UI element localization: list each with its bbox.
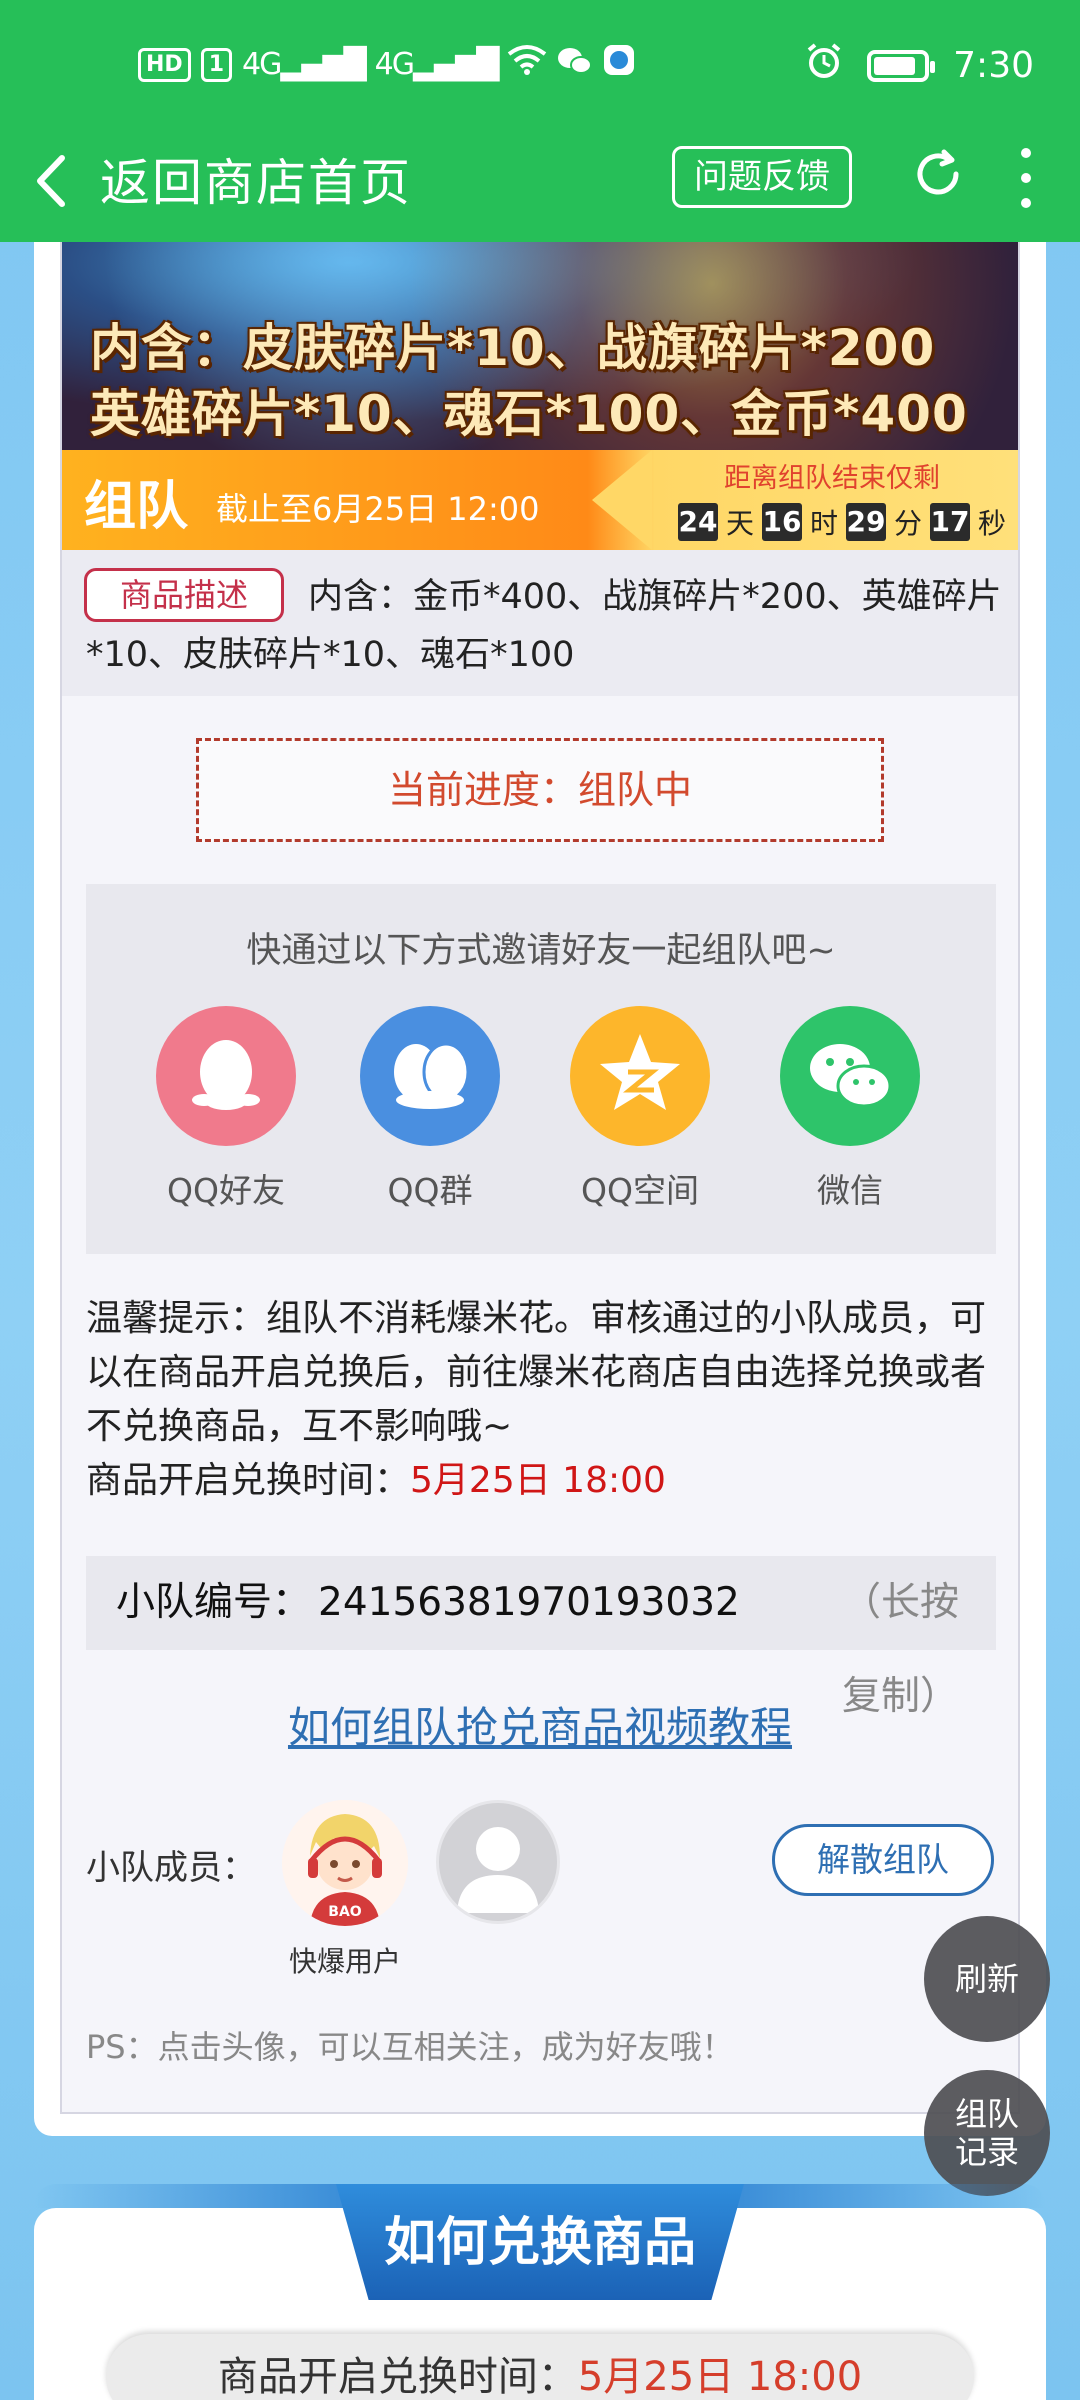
- exchange-time-pill: 商品开启兑换时间：5月25日 18:00: [106, 2334, 974, 2400]
- top-bar: HD 1 4G▂▄▆█ 4G▂▄▆█ 7:30 返回商店首页 问题反馈: [0, 0, 1080, 242]
- more-menu-icon[interactable]: [1018, 148, 1034, 208]
- clock: 7:30: [953, 45, 1034, 86]
- hd-indicator: HD: [138, 47, 191, 82]
- countdown-seconds: 17: [930, 503, 970, 541]
- invite-title: 快通过以下方式邀请好友一起组队吧~: [246, 931, 836, 971]
- signal-icon: 4G▂▄▆█: [242, 47, 367, 82]
- description-tag: 商品描述: [84, 568, 284, 622]
- tips-text: 温馨提示：组队不消耗爆米花。审核通过的小队成员，可以在商品开启兑换后，前往爆米花…: [86, 1292, 1006, 1508]
- team-label: 组队: [84, 477, 189, 537]
- team-records-button[interactable]: 组队 记录: [924, 2070, 1050, 2196]
- tips-body: 温馨提示：组队不消耗爆米花。审核通过的小队成员，可以在商品开启兑换后，前往爆米花…: [86, 1298, 987, 1447]
- sim-indicator: 1: [200, 47, 232, 82]
- countdown-hours: 16: [762, 503, 802, 541]
- wechat-icon[interactable]: [780, 1006, 920, 1146]
- share-label: 微信: [817, 1171, 883, 1210]
- svg-text:BAO: BAO: [328, 1904, 362, 1920]
- share-qzone[interactable]: QQ空间: [570, 1006, 710, 1212]
- tips-time-label: 商品开启兑换时间：: [86, 1460, 411, 1501]
- invite-panel: 快通过以下方式邀请好友一起组队吧~ QQ好友 QQ群 QQ空间 微信: [86, 884, 996, 1254]
- share-qq-friend[interactable]: QQ好友: [156, 1006, 296, 1212]
- progress-status: 当前进度：组队中: [196, 738, 884, 842]
- back-to-store-link[interactable]: 返回商店首页: [100, 148, 412, 218]
- tips-time-line: 商品开启兑换时间：5月25日 18:00: [86, 1454, 1006, 1508]
- countdown-days: 24: [678, 503, 718, 541]
- disband-team-button[interactable]: 解散组队: [772, 1824, 994, 1896]
- video-tutorial-link[interactable]: 如何组队抢兑商品视频教程: [0, 1694, 1080, 1755]
- share-qq-group[interactable]: QQ群: [360, 1006, 500, 1212]
- countdown-timer: 24 天 16 时 29 分 17 秒: [678, 503, 1006, 541]
- member-name: 快爆用户: [288, 1945, 401, 1978]
- team-id-label: 小队编号：: [116, 1580, 312, 1625]
- refresh-button[interactable]: 刷新: [924, 1916, 1050, 2042]
- how-to-title: 如何兑换商品: [383, 2213, 696, 2273]
- team-info-bar: 组队 截止至6月25日 12:00 距离组队结束仅剩 24 天 16 时 29 …: [62, 450, 1018, 550]
- feedback-button[interactable]: 问题反馈: [672, 146, 852, 208]
- ps-note: PS：点击头像，可以互相关注，成为好友哦！: [86, 2028, 734, 2066]
- exchange-time-value: 5月25日 18:00: [577, 2354, 863, 2400]
- countdown-minutes: 29: [846, 503, 886, 541]
- alarm-icon: [805, 42, 843, 89]
- empty-member-avatar[interactable]: [436, 1800, 560, 1924]
- share-label: QQ好友: [167, 1171, 285, 1210]
- nav-bar: 返回商店首页 问题反馈: [0, 132, 1080, 242]
- wifi-icon: [507, 44, 547, 85]
- back-arrow-icon[interactable]: [30, 146, 70, 230]
- browser-status-icon: [603, 44, 635, 85]
- qq-group-icon[interactable]: [360, 1006, 500, 1146]
- qq-penguin-icon[interactable]: [156, 1006, 296, 1146]
- battery-icon: [867, 49, 936, 82]
- product-banner: 内含：皮肤碎片*10、战旗碎片*200 英雄碎片*10、魂石*100、金币*40…: [62, 242, 1018, 450]
- deadline-text: 截止至6月25日 12:00: [216, 490, 540, 528]
- wechat-status-icon: [557, 45, 593, 85]
- countdown-label: 距离组队结束仅剩: [724, 463, 940, 494]
- tips-time-value: 5月25日 18:00: [410, 1460, 666, 1501]
- countdown-chevron: [592, 450, 652, 550]
- status-bar: HD 1 4G▂▄▆█ 4G▂▄▆█ 7:30: [0, 0, 1080, 132]
- share-label: QQ空间: [581, 1171, 699, 1210]
- reload-icon[interactable]: [908, 144, 968, 204]
- signal-icon-2: 4G▂▄▆█: [374, 47, 500, 82]
- team-id-value[interactable]: 24156381970193032: [318, 1556, 740, 1650]
- avatar[interactable]: BAO: [282, 1800, 408, 1926]
- members-label: 小队成员：: [86, 1848, 256, 1888]
- banner-line-1: 内含：皮肤碎片*10、战旗碎片*200: [90, 319, 936, 377]
- share-label: QQ群: [387, 1171, 473, 1210]
- qzone-star-icon[interactable]: [570, 1006, 710, 1146]
- exchange-time-label: 商品开启兑换时间：: [217, 2354, 578, 2400]
- product-description: 内含：金币*400、战旗碎片*200、英雄碎片*10、皮肤碎片*10、魂石*10…: [62, 550, 1018, 696]
- share-wechat[interactable]: 微信: [780, 1006, 920, 1212]
- banner-line-2: 英雄碎片*10、魂石*100、金币*400: [90, 385, 968, 443]
- team-id-box[interactable]: 小队编号： 24156381970193032 （长按复制）: [86, 1556, 996, 1719]
